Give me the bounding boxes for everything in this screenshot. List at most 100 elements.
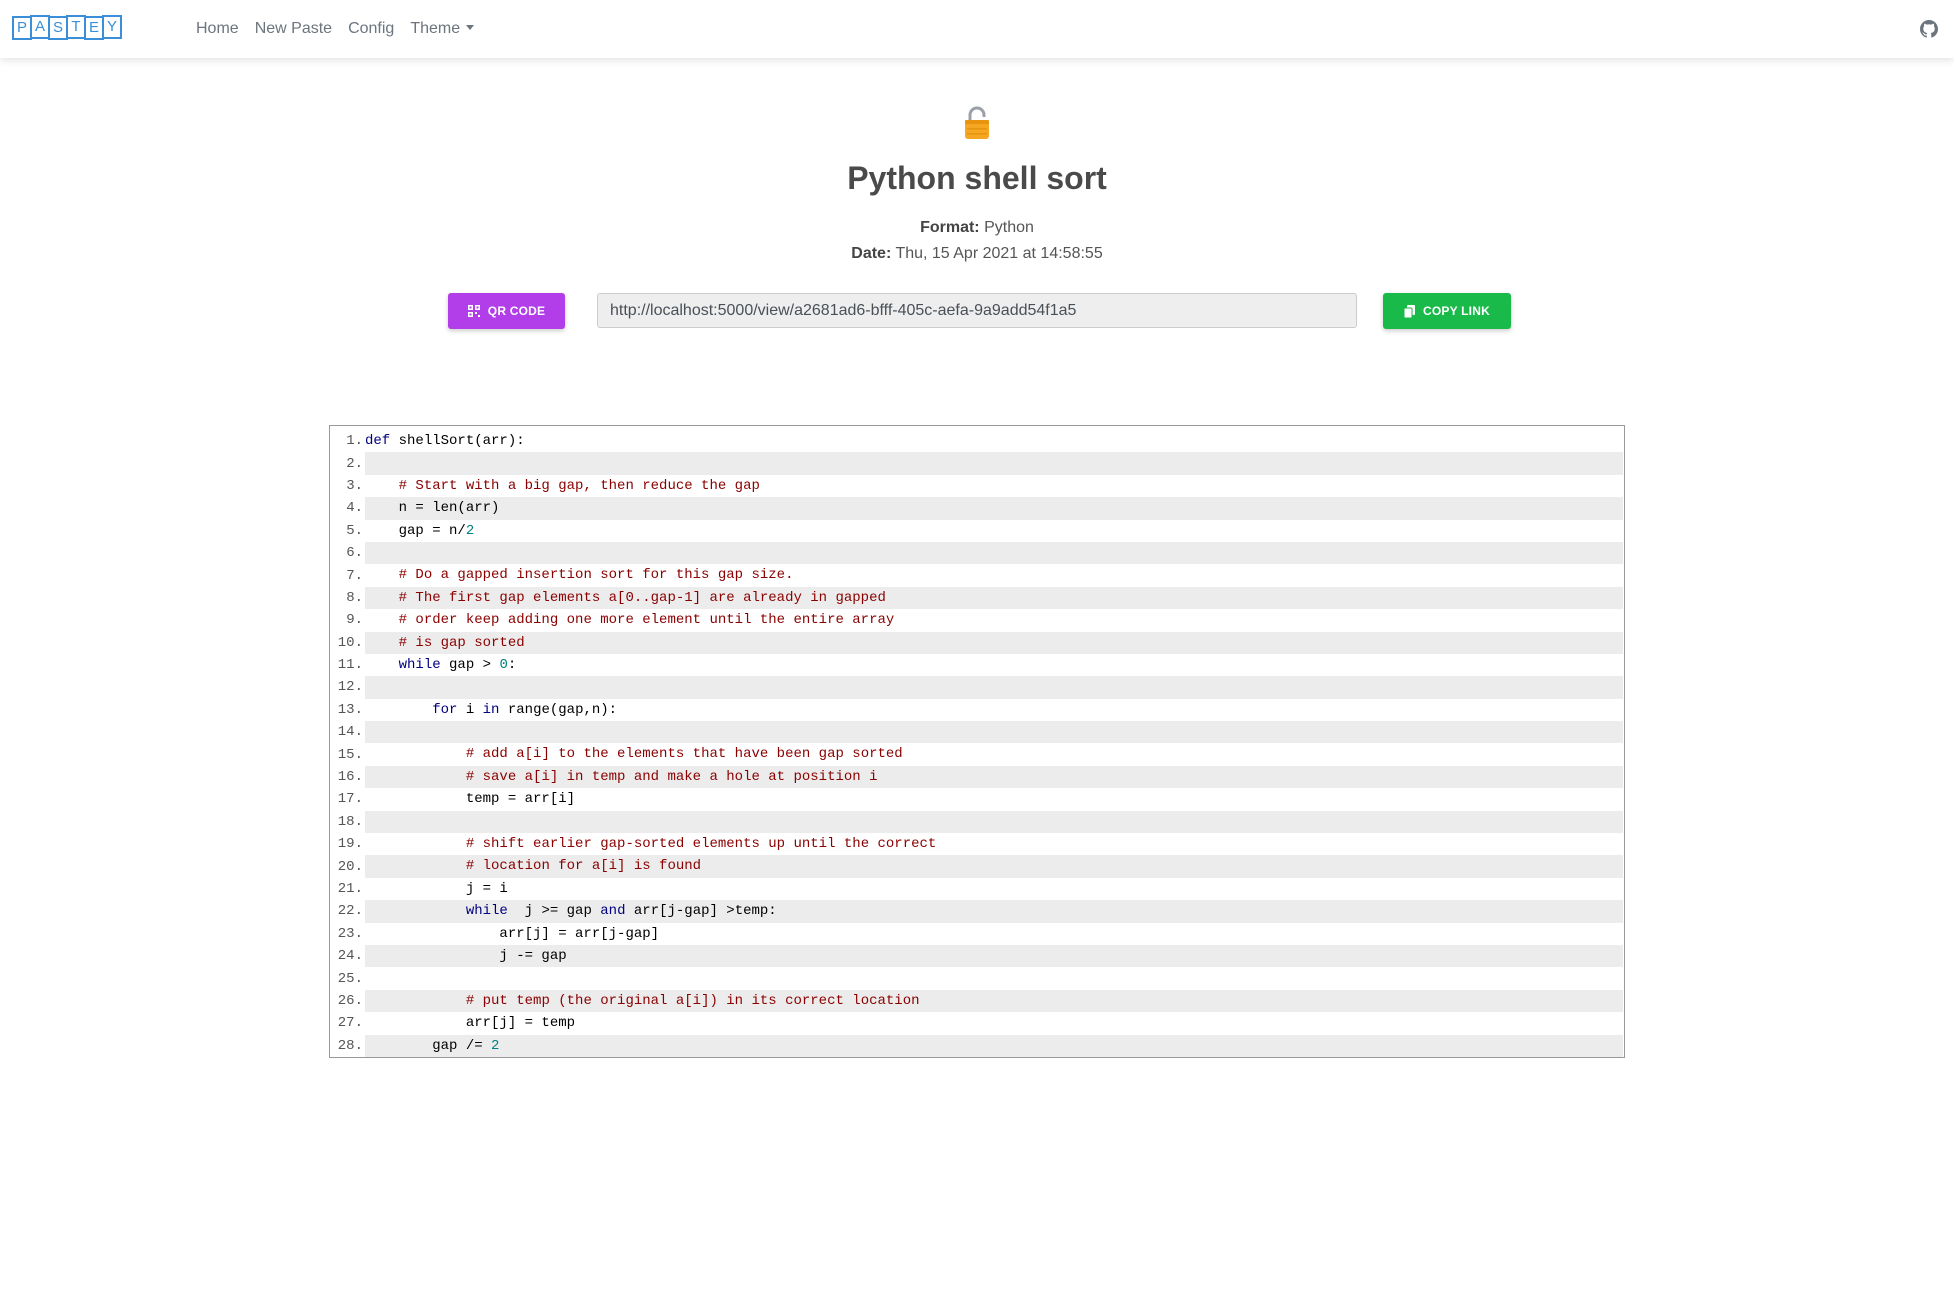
line-number: 1.	[346, 433, 363, 450]
code-token: # save a[i] in temp and make a hole at p…	[465, 768, 878, 785]
code-line: 24. j -= gap	[330, 944, 1624, 968]
copy-link-label: COPY LINK	[1423, 304, 1490, 318]
code-line: 9. # order keep adding one more element …	[330, 609, 1624, 631]
code-token: while	[465, 903, 508, 920]
code-line: 21. j = i	[330, 878, 1624, 900]
line-number: 5.	[346, 522, 363, 539]
paste-title: Python shell sort	[847, 160, 1107, 196]
logo-letter: S	[48, 16, 68, 40]
code-token: in	[482, 701, 500, 718]
code-text: j = i	[365, 878, 1623, 900]
code-line: 14.	[330, 721, 1624, 744]
code-text: # save a[i] in temp and make a hole at p…	[365, 765, 1623, 789]
line-number: 27.	[337, 1015, 363, 1032]
code-token: # is gap sorted	[398, 634, 525, 651]
code-line: 12.	[330, 676, 1624, 699]
line-number: 28.	[337, 1037, 363, 1054]
date-label: Date:	[851, 245, 892, 262]
line-number: 16.	[337, 769, 363, 786]
navbar: P A S T E Y Home New Paste Config Theme	[0, 0, 1954, 58]
qr-code-button[interactable]: QR CODE	[448, 293, 565, 329]
code-text	[365, 721, 1623, 744]
line-number: 15.	[337, 746, 363, 763]
format-label: Format:	[920, 219, 980, 236]
format-value: Python	[984, 219, 1034, 236]
code-token: arr[j] = temp	[365, 1015, 576, 1032]
line-number: 22.	[337, 903, 363, 920]
code-token: gap >	[440, 656, 500, 673]
code-token: # shift earlier gap-sorted elements up u…	[465, 836, 937, 853]
code-text: # Start with a big gap, then reduce the …	[365, 475, 1623, 497]
code-line: 4. n = len(arr)	[330, 497, 1624, 520]
line-number: 2.	[346, 455, 363, 472]
code-line: 7. # Do a gapped insertion sort for this…	[330, 564, 1624, 586]
line-number: 25.	[337, 970, 363, 987]
paste-url-field[interactable]: http://localhost:5000/view/a2681ad6-bfff…	[597, 293, 1357, 328]
code-line: 15. # add a[i] to the elements that have…	[330, 743, 1624, 765]
code-line: 5. gap = n/2	[330, 520, 1624, 542]
code-text: for i in range(gap,n):	[365, 699, 1623, 721]
nav-theme-dropdown[interactable]: Theme	[402, 20, 482, 38]
line-number: 19.	[337, 836, 363, 853]
copy-link-button[interactable]: COPY LINK	[1383, 293, 1511, 329]
code-text: arr[j] = temp	[365, 1012, 1623, 1034]
code-line: 17. temp = arr[i]	[330, 788, 1624, 810]
nav-home[interactable]: Home	[196, 20, 247, 38]
line-number: 21.	[337, 881, 363, 897]
unlocked-padlock-icon	[965, 106, 989, 139]
line-number: 23.	[337, 925, 363, 942]
code-viewer[interactable]: 1. def shellSort(arr): 2. 3. # Start with a…	[329, 425, 1625, 1058]
line-number: 14.	[337, 724, 363, 741]
code-text: temp = arr[i]	[365, 788, 1623, 810]
code-line: 13. for i in range(gap,n):	[330, 699, 1624, 721]
code-token: 2	[491, 1037, 500, 1054]
code-text: while gap > 0:	[365, 654, 1623, 676]
logo-letter: Y	[102, 15, 122, 39]
code-token: i	[457, 701, 483, 718]
code-text: while j >= gap and arr[j-gap] >temp:	[365, 900, 1623, 923]
code-text: # order keep adding one more element unt…	[365, 609, 1623, 631]
code-text: n = len(arr)	[365, 497, 1623, 520]
date-value: Thu, 15 Apr 2021 at 14:58:55	[895, 245, 1103, 262]
line-number: 9.	[346, 612, 363, 629]
line-number: 10.	[337, 634, 363, 651]
code-line: 1. def shellSort(arr):	[330, 430, 1624, 452]
code-token: j = i	[365, 880, 508, 897]
code-text: # location for a[i] is found	[365, 855, 1623, 878]
code-token: # order keep adding one more element unt…	[398, 612, 895, 629]
code-token: arr[j] = arr[j-gap]	[365, 925, 660, 942]
code-text: # Do a gapped insertion sort for this ga…	[365, 564, 1623, 586]
code-line: 2.	[330, 452, 1624, 475]
code-text: j -= gap	[365, 944, 1623, 968]
code-token: n = len(arr)	[365, 500, 500, 517]
line-number: 12.	[337, 679, 363, 696]
line-number: 17.	[337, 791, 363, 808]
code-line: 10. # is gap sorted	[330, 631, 1624, 654]
code-token: while	[398, 656, 441, 673]
code-token: def	[365, 433, 391, 449]
pastey-logo[interactable]: P A S T E Y	[12, 15, 122, 41]
nav-new-paste[interactable]: New Paste	[247, 20, 340, 38]
logo-letter: A	[30, 15, 50, 39]
code-token: # Start with a big gap, then reduce the …	[398, 477, 760, 494]
code-text: # add a[i] to the elements that have bee…	[365, 743, 1623, 765]
line-number: 24.	[337, 948, 363, 965]
line-number: 6.	[346, 545, 363, 562]
code-token: # put temp (the original a[i]) in its co…	[465, 992, 920, 1009]
paste-format: Format: Python	[0, 219, 1954, 237]
nav-config[interactable]: Config	[340, 20, 402, 38]
code-token: range(gap,n):	[499, 701, 618, 718]
line-number: 7.	[346, 567, 363, 584]
github-icon[interactable]	[1920, 20, 1938, 38]
code-line: 8. # The first gap elements a[0..gap-1] …	[330, 586, 1624, 610]
